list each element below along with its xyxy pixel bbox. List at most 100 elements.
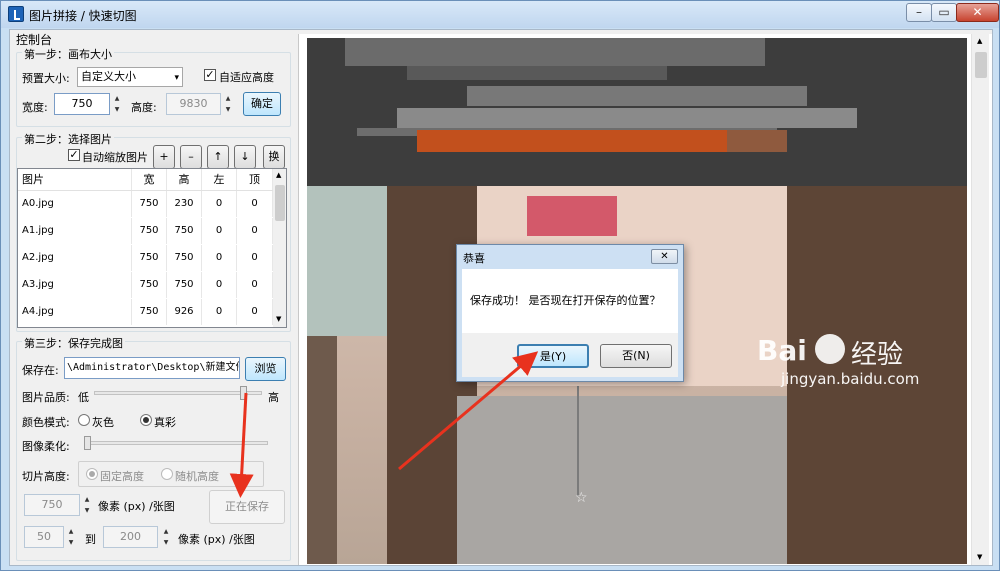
baidu-paw-icon: [815, 334, 845, 364]
swap-button[interactable]: 换: [263, 145, 285, 169]
slice-px-unit: 像素 (px) /张图: [98, 500, 175, 513]
photo-necklace: [577, 386, 579, 496]
scroll-down-icon[interactable]: ▼: [977, 553, 982, 561]
preview-scroll-thumb[interactable]: [975, 52, 987, 78]
photo-lips: [527, 196, 617, 236]
fixed-height-label: 固定高度: [100, 470, 144, 483]
scroll-up-icon[interactable]: ▲: [276, 171, 281, 179]
yes-button[interactable]: 是(Y): [517, 344, 589, 368]
table-scrollbar[interactable]: ▲ ▼: [273, 169, 286, 327]
cell-top: 0: [237, 245, 273, 271]
add-image-button[interactable]: +: [153, 145, 175, 169]
dialog-close-button[interactable]: ✕: [651, 249, 678, 264]
cell-width: 750: [132, 299, 167, 325]
cell-left: 0: [202, 191, 237, 217]
cell-height: 750: [167, 218, 202, 244]
preset-label: 预置大小:: [22, 72, 70, 85]
title-bar[interactable]: 图片拼接 / 快速切图 – ▭ ✕: [1, 1, 999, 28]
random-height-radio[interactable]: [161, 468, 173, 480]
cell-height: 750: [167, 272, 202, 298]
blur-block: [345, 38, 765, 66]
soften-slider[interactable]: [84, 441, 268, 445]
slice-px-stepper[interactable]: ▲ ▼: [81, 494, 93, 516]
quality-label: 图片品质:: [22, 391, 70, 404]
slice-px-input[interactable]: 750: [24, 494, 80, 516]
column-header[interactable]: 高: [167, 169, 202, 190]
table-row[interactable]: A0.jpg 750 230 0 0: [18, 191, 273, 217]
baidu-logo-right: 经验: [851, 340, 904, 370]
photo-shelf: [307, 336, 337, 564]
cell-left: 0: [202, 272, 237, 298]
saving-button[interactable]: 正在保存: [209, 490, 285, 524]
column-header[interactable]: 宽: [132, 169, 167, 190]
image-table: 图片 宽 高 左 顶 A0.jpg 750 230 0 0 A1.jpg 750…: [17, 168, 287, 328]
table-row[interactable]: A2.jpg 750 750 0 0: [18, 245, 273, 271]
app-window: 图片拼接 / 快速切图 – ▭ ✕ 控制台 第一步：画布大小 预置大小: 自定义…: [0, 0, 1000, 571]
width-input[interactable]: 750: [54, 93, 110, 115]
cell-left: 0: [202, 218, 237, 244]
no-button[interactable]: 否(N): [600, 344, 672, 368]
cell-top: 0: [237, 299, 273, 325]
blur-block: [467, 86, 807, 106]
cell-width: 750: [132, 191, 167, 217]
auto-scale-label: 自动缩放图片: [82, 151, 148, 164]
remove-image-button[interactable]: –: [180, 145, 202, 169]
quality-slider-thumb[interactable]: [239, 386, 247, 400]
save-success-dialog: 恭喜 ✕ 保存成功！ 是否现在打开保存的位置？ 是(Y) 否(N): [456, 244, 684, 382]
column-header[interactable]: 左: [202, 169, 237, 190]
cell-name: A1.jpg: [18, 218, 132, 244]
width-label: 宽度:: [22, 101, 48, 114]
maximize-button[interactable]: ▭: [931, 3, 957, 22]
table-scroll-thumb[interactable]: [275, 185, 285, 221]
cell-height: 750: [167, 245, 202, 271]
table-row[interactable]: A3.jpg 750 750 0 0: [18, 272, 273, 298]
dialog-message: 保存成功！ 是否现在打开保存的位置？: [470, 294, 661, 307]
width-stepper[interactable]: ▲ ▼: [111, 93, 123, 115]
table-row[interactable]: A4.jpg 750 926 0 0: [18, 299, 273, 325]
blur-block: [407, 66, 667, 80]
gray-radio[interactable]: [78, 414, 90, 426]
photo-shirt: [457, 396, 787, 564]
cell-name: A0.jpg: [18, 191, 132, 217]
dialog-footer: 是(Y) 否(N): [462, 333, 678, 377]
column-header[interactable]: 图片: [18, 169, 132, 190]
move-up-button[interactable]: ↑: [207, 145, 229, 169]
soften-slider-thumb[interactable]: [84, 436, 91, 450]
browse-button[interactable]: 浏览: [245, 357, 286, 381]
preview-scrollbar[interactable]: ▲ ▼: [971, 34, 989, 565]
range-from-input[interactable]: 50: [24, 526, 64, 548]
blur-block: [727, 130, 787, 152]
table-row[interactable]: A1.jpg 750 750 0 0: [18, 218, 273, 244]
move-down-button[interactable]: ↓: [234, 145, 256, 169]
cell-name: A4.jpg: [18, 299, 132, 325]
baidu-url: jingyan.baidu.com: [781, 370, 920, 388]
height-stepper[interactable]: ▲ ▼: [222, 93, 234, 115]
preset-select[interactable]: 自定义大小 ▾: [77, 67, 183, 87]
app-icon: [8, 6, 24, 22]
adapt-height-checkbox[interactable]: ✓: [204, 69, 216, 81]
confirm-button[interactable]: 确定: [243, 92, 281, 116]
quality-slider[interactable]: [94, 391, 262, 395]
column-header[interactable]: 顶: [237, 169, 273, 190]
scroll-up-icon[interactable]: ▲: [977, 37, 982, 45]
minimize-button[interactable]: –: [906, 3, 932, 22]
cell-height: 926: [167, 299, 202, 325]
fixed-height-radio[interactable]: [86, 468, 98, 480]
adapt-height-label: 自适应高度: [219, 71, 274, 84]
range-to-input[interactable]: 200: [103, 526, 158, 548]
cell-name: A3.jpg: [18, 272, 132, 298]
auto-scale-checkbox[interactable]: ✓: [68, 149, 80, 161]
cell-width: 750: [132, 218, 167, 244]
window-title: 图片拼接 / 快速切图: [29, 9, 137, 23]
save-path-input[interactable]: \Administrator\Desktop\新建文件夹: [64, 357, 240, 379]
range-from-stepper[interactable]: ▲ ▼: [65, 526, 77, 548]
close-button[interactable]: ✕: [956, 3, 999, 22]
range-to-stepper[interactable]: ▲ ▼: [160, 526, 172, 548]
height-input[interactable]: 9830: [166, 93, 221, 115]
step3-title: 第三步：保存完成图: [22, 335, 125, 351]
scroll-down-icon[interactable]: ▼: [276, 315, 281, 323]
star-pendant-icon: ☆: [575, 490, 588, 506]
truecolor-radio[interactable]: [140, 414, 152, 426]
slice-height-label: 切片高度:: [22, 470, 70, 483]
quality-low-label: 低: [78, 391, 89, 404]
